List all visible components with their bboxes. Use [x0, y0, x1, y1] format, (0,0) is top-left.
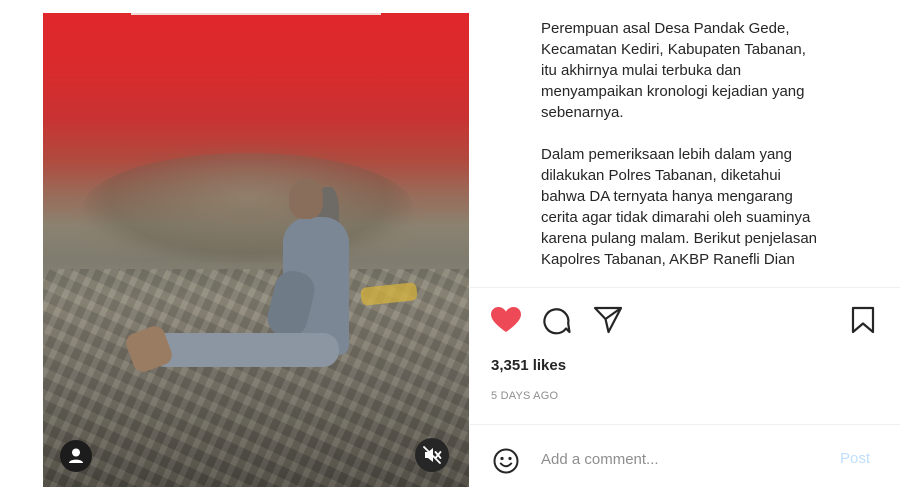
like-button[interactable]	[489, 305, 523, 335]
speech-bubble-icon	[543, 308, 571, 335]
smiley-icon	[493, 448, 519, 474]
comment-button[interactable]	[541, 306, 573, 336]
bookmark-icon	[851, 306, 875, 334]
post-media-video[interactable]	[43, 13, 469, 487]
speaker-muted-icon	[423, 446, 442, 464]
caption-paragraph: Dalam pemeriksaan lebih dalam yang dilak…	[541, 146, 817, 268]
save-button[interactable]	[849, 305, 877, 335]
comment-divider	[470, 424, 900, 425]
paper-plane-icon	[593, 306, 623, 334]
emoji-button[interactable]	[492, 447, 520, 475]
mute-toggle-button[interactable]	[415, 438, 449, 472]
post-timestamp[interactable]: 5 DAYS AGO	[491, 390, 558, 402]
heart-filled-icon	[491, 307, 521, 332]
comment-input[interactable]	[541, 446, 811, 472]
person-icon	[69, 448, 83, 463]
tagged-users-button[interactable]	[60, 440, 92, 472]
like-count[interactable]: 3,351 likes	[491, 357, 566, 374]
media-top-edge	[131, 13, 381, 15]
section-divider	[470, 287, 900, 288]
post-comment-button[interactable]: Post	[840, 450, 870, 467]
caption-paragraph: Perempuan asal Desa Pandak Gede, Kecamat…	[541, 20, 806, 121]
media-seated-person	[121, 179, 371, 399]
post-caption: Perempuan asal Desa Pandak Gede, Kecamat…	[541, 0, 886, 286]
share-button[interactable]	[592, 305, 624, 335]
